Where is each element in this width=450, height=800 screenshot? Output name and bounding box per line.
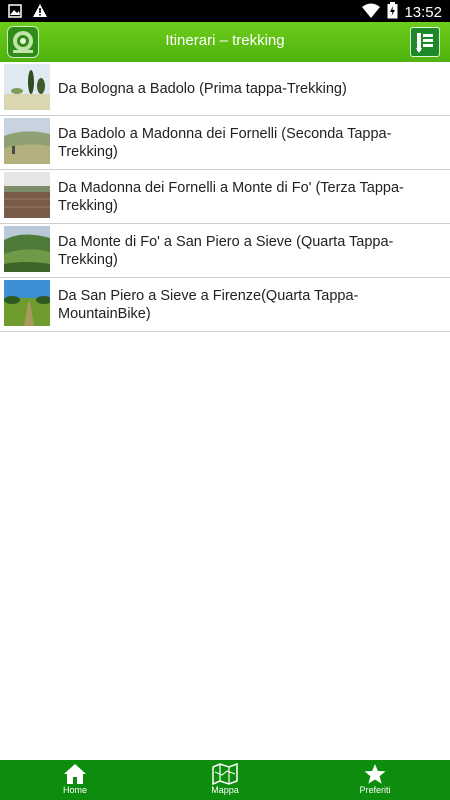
itinerary-thumbnail xyxy=(4,280,52,326)
wifi-icon xyxy=(361,3,381,24)
itinerary-title: Da Badolo a Madonna dei Fornelli (Second… xyxy=(58,125,392,160)
nav-home-label: Home xyxy=(62,785,87,795)
itinerary-title: Da San Piero a Sieve a Firenze(Quarta Ta… xyxy=(58,287,359,322)
page-title: Itinerari – trekking xyxy=(165,32,285,49)
map-icon xyxy=(150,763,300,785)
itinerary-title: Da Madonna dei Fornelli a Monte di Fo' (… xyxy=(58,179,404,214)
battery-icon xyxy=(387,2,398,24)
nav-favorites-label: Preferiti xyxy=(359,785,391,795)
list-item[interactable]: Da Badolo a Madonna dei Fornelli (Second… xyxy=(0,116,450,170)
image-icon xyxy=(8,3,22,23)
itinerary-thumbnail xyxy=(4,226,50,272)
clock: 13:52 xyxy=(404,4,442,21)
list-menu-icon[interactable] xyxy=(410,27,440,57)
home-icon xyxy=(0,763,150,785)
nav-favorites-button[interactable]: Preferiti xyxy=(300,760,450,800)
itinerary-thumbnail xyxy=(4,172,50,218)
app-bar: Itinerari – trekking xyxy=(0,22,450,62)
list-item[interactable]: Da Bologna a Badolo (Prima tappa-Trekkin… xyxy=(0,62,450,116)
star-icon xyxy=(300,763,450,785)
bottom-navigation: Home Mappa Preferiti xyxy=(0,760,450,800)
nav-home-button[interactable]: Home xyxy=(0,760,150,800)
itinerary-title: Da Monte di Fo' a San Piero a Sieve (Qua… xyxy=(58,233,394,268)
warning-icon xyxy=(32,3,48,23)
itinerary-thumbnail xyxy=(4,118,50,164)
nav-map-label: Mappa xyxy=(211,785,239,795)
list-item[interactable]: Da Monte di Fo' a San Piero a Sieve (Qua… xyxy=(0,224,450,278)
status-bar: 13:52 xyxy=(0,0,450,22)
list-item[interactable]: Da San Piero a Sieve a Firenze(Quarta Ta… xyxy=(0,278,450,332)
list-item[interactable]: Da Madonna dei Fornelli a Monte di Fo' (… xyxy=(0,170,450,224)
nav-map-button[interactable]: Mappa xyxy=(150,760,300,800)
itinerary-list: Da Bologna a Badolo (Prima tappa-Trekkin… xyxy=(0,62,450,332)
itinerary-thumbnail xyxy=(4,64,50,110)
itinerary-title: Da Bologna a Badolo (Prima tappa-Trekkin… xyxy=(58,80,347,97)
